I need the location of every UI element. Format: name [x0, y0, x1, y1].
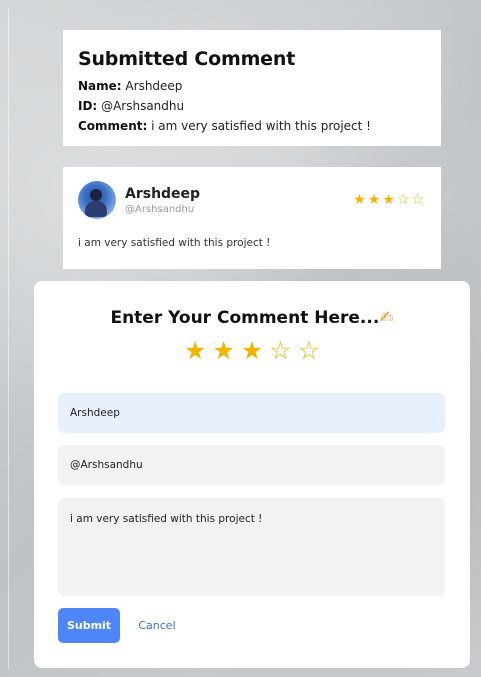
submitted-id-value: @Arshsandhu: [101, 99, 185, 113]
submitted-name-row: Name: Arshdeep: [78, 76, 426, 96]
star-filled-icon[interactable]: ★: [212, 338, 234, 364]
submitted-comment-row: Comment: i am very satisfied with this p…: [78, 116, 426, 136]
comment-author: Arshdeep @Arshsandhu: [125, 186, 200, 215]
avatar-body: [85, 201, 107, 217]
star-empty-icon[interactable]: ☆: [269, 338, 291, 364]
writing-hand-icon: ✍: [379, 308, 394, 328]
submitted-comment-value: i am very satisfied with this project !: [151, 119, 371, 133]
form-title: Enter Your Comment Here...✍: [34, 308, 470, 328]
comment-display-card: Arshdeep @Arshsandhu ★ ★ ★ ☆ ☆ i am very sat…: [63, 167, 441, 269]
comment-form-card: Enter Your Comment Here...✍ ★★★☆☆ i am v…: [34, 281, 470, 668]
id-input[interactable]: [58, 445, 445, 485]
comment-header: Arshdeep @Arshsandhu ★ ★ ★ ☆ ☆: [78, 181, 426, 219]
submitted-comment-label: Comment:: [78, 119, 148, 133]
submitted-comment-card: Submitted Comment Name: Arshdeep ID: @Ar…: [63, 30, 441, 146]
star-filled-icon: ★: [367, 192, 381, 208]
user-avatar-icon: [78, 181, 116, 219]
star-empty-icon: ☆: [396, 192, 410, 208]
star-filled-icon: ★: [353, 192, 366, 208]
comment-text: i am very satisfied with this project !: [78, 237, 271, 249]
submitted-name-label: Name:: [78, 79, 122, 93]
star-empty-icon[interactable]: ☆: [298, 338, 320, 364]
submitted-title: Submitted Comment: [78, 48, 296, 70]
submitted-id-label: ID:: [78, 99, 98, 113]
submitted-id-row: ID: @Arshsandhu: [78, 96, 426, 116]
comment-textarea[interactable]: i am very satisfied with this project !: [58, 498, 445, 596]
name-input[interactable]: [58, 393, 445, 433]
comment-author-handle: @Arshsandhu: [125, 203, 195, 215]
star-filled-icon[interactable]: ★: [241, 338, 263, 364]
cancel-button[interactable]: Cancel: [131, 608, 183, 643]
submitted-name-value: Arshdeep: [125, 79, 183, 93]
star-filled-icon[interactable]: ★: [184, 338, 206, 364]
comment-author-name: Arshdeep: [125, 185, 201, 202]
submit-button[interactable]: Submit: [58, 608, 120, 643]
star-empty-icon: ☆: [411, 192, 424, 208]
rating-star-input[interactable]: ★ ★ ★ ☆ ☆: [34, 338, 470, 364]
avatar-head: [90, 189, 102, 201]
comment-rating-stars: ★ ★ ★ ☆ ☆: [353, 193, 424, 207]
form-title-text: Enter Your Comment Here...: [110, 308, 380, 328]
star-filled-icon: ★: [382, 192, 395, 208]
